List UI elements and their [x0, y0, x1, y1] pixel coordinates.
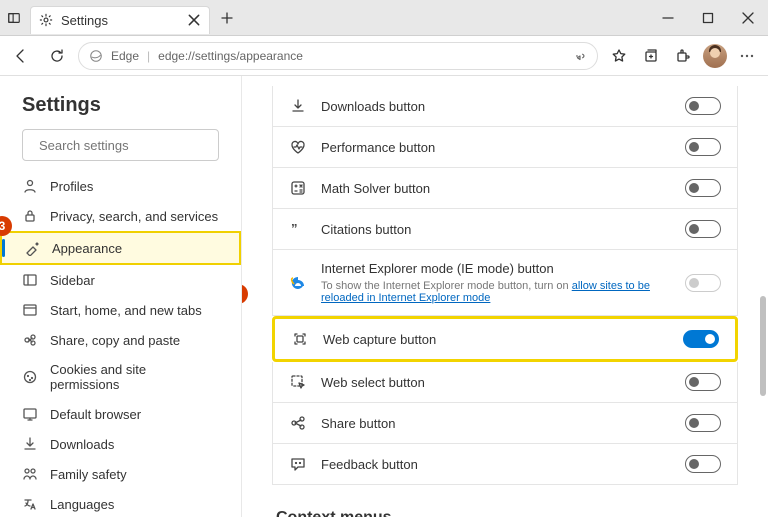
settings-title: Settings: [0, 76, 241, 129]
maximize-button[interactable]: [688, 0, 728, 36]
settings-nav: 3 Profiles Privacy, search, and services…: [0, 171, 241, 517]
address-bar[interactable]: Edge | edge://settings/appearance: [78, 42, 598, 70]
toggle-share[interactable]: [685, 414, 721, 432]
row-share-button: Share button: [272, 403, 738, 444]
capture-icon: [291, 330, 309, 348]
row-feedback-button: Feedback button: [272, 444, 738, 485]
ie-icon: [289, 274, 307, 292]
scrollbar[interactable]: [760, 296, 766, 396]
address-app: Edge: [111, 49, 139, 63]
row-math-button: Math Solver button: [272, 168, 738, 209]
row-citations-button: ” Citations button: [272, 209, 738, 250]
gear-icon: [39, 13, 53, 27]
toggle-feedback[interactable]: [685, 455, 721, 473]
titlebar: Settings: [0, 0, 768, 36]
browser-tab[interactable]: Settings: [30, 6, 210, 34]
annotation-4: 4: [242, 284, 248, 304]
edge-logo-icon: [89, 49, 103, 63]
feedback-icon: [289, 455, 307, 473]
read-aloud-icon[interactable]: [573, 49, 587, 63]
toggle-performance[interactable]: [685, 138, 721, 156]
settings-sidebar: Settings 3 Profiles Privacy, search, and…: [0, 76, 242, 517]
sidebar-item-appearance[interactable]: Appearance: [0, 231, 241, 265]
more-icon[interactable]: [732, 41, 762, 71]
row-performance-button: Performance button: [272, 127, 738, 168]
heart-pulse-icon: [289, 138, 307, 156]
collections-icon[interactable]: [636, 41, 666, 71]
settings-main: 4 Downloads button Performance button Ma…: [242, 76, 768, 517]
math-icon: [289, 179, 307, 197]
back-button[interactable]: [6, 41, 36, 71]
toolbar: Edge | edge://settings/appearance: [0, 36, 768, 76]
favorite-icon[interactable]: [604, 41, 634, 71]
quote-icon: ”: [289, 220, 307, 238]
tab-title: Settings: [61, 13, 108, 28]
extensions-icon[interactable]: [668, 41, 698, 71]
toggle-math[interactable]: [685, 179, 721, 197]
select-icon: [289, 373, 307, 391]
sidebar-item-default[interactable]: Default browser: [0, 399, 241, 429]
new-tab-button[interactable]: [212, 3, 242, 33]
minimize-button[interactable]: [648, 0, 688, 36]
toggle-ie-mode: [685, 274, 721, 292]
row-web-capture-button: Web capture button: [272, 316, 738, 362]
toggle-web-select[interactable]: [685, 373, 721, 391]
sidebar-item-languages[interactable]: Languages: [0, 489, 241, 517]
address-url: edge://settings/appearance: [158, 49, 303, 63]
toggle-citations[interactable]: [685, 220, 721, 238]
sidebar-item-profiles[interactable]: Profiles: [0, 171, 241, 201]
row-web-select-button: Web select button: [272, 362, 738, 403]
context-menus-title: Context menus: [276, 509, 738, 517]
sidebar-item-downloads[interactable]: Downloads: [0, 429, 241, 459]
close-button[interactable]: [728, 0, 768, 36]
close-tab-icon[interactable]: [187, 13, 201, 27]
search-input[interactable]: [22, 129, 219, 161]
window-controls: [648, 0, 768, 36]
row-ie-mode-button: Internet Explorer mode (IE mode) button …: [272, 250, 738, 316]
search-field[interactable]: [39, 138, 215, 153]
toggle-web-capture[interactable]: [683, 330, 719, 348]
refresh-button[interactable]: [42, 41, 72, 71]
profile-avatar[interactable]: [700, 41, 730, 71]
sidebar-item-family[interactable]: Family safety: [0, 459, 241, 489]
share-icon: [289, 414, 307, 432]
tab-overview-icon[interactable]: [0, 0, 28, 36]
sidebar-item-share[interactable]: Share, copy and paste: [0, 325, 241, 355]
toggle-downloads[interactable]: [685, 97, 721, 115]
download-icon: [289, 97, 307, 115]
sidebar-item-cookies[interactable]: Cookies and site permissions: [0, 355, 241, 399]
svg-text:”: ”: [291, 221, 298, 236]
sidebar-item-start[interactable]: Start, home, and new tabs: [0, 295, 241, 325]
row-downloads-button: Downloads button: [272, 86, 738, 127]
sidebar-item-sidebar[interactable]: Sidebar: [0, 265, 241, 295]
sidebar-item-privacy[interactable]: Privacy, search, and services: [0, 201, 241, 231]
